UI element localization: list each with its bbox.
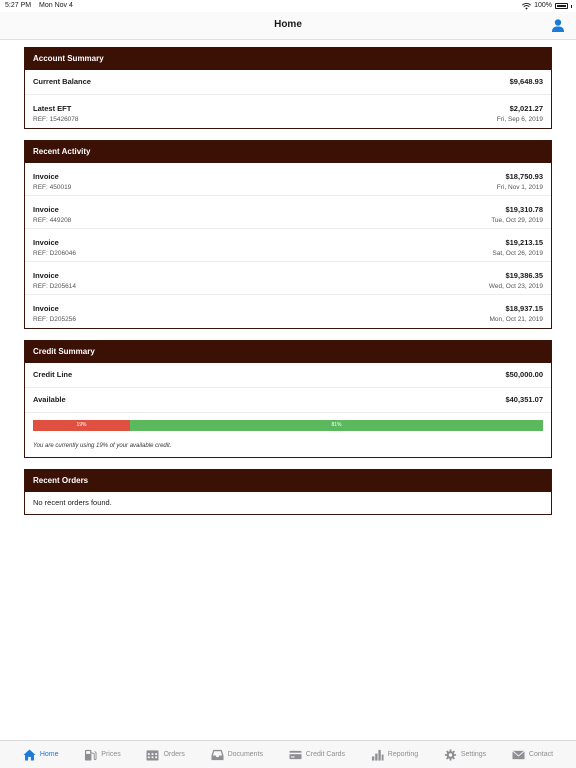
wifi-icon bbox=[522, 2, 532, 10]
latest-eft-date: Fri, Sep 6, 2019 bbox=[496, 116, 543, 123]
activity-ref: REF: D205256 bbox=[33, 316, 76, 323]
tab-label: Home bbox=[39, 751, 59, 758]
profile-icon[interactable] bbox=[552, 19, 564, 32]
tab-label: Reporting bbox=[387, 751, 419, 758]
activity-date: Mon, Oct 21, 2019 bbox=[489, 316, 543, 323]
recent-activity-card: Recent Activity Invoice $18,750.93 REF: … bbox=[24, 140, 552, 329]
status-bar-right: 100% bbox=[522, 0, 572, 12]
credit-summary-card: Credit Summary Credit Line $50,000.00 Av… bbox=[24, 340, 552, 458]
activity-amount: $18,937.15 bbox=[505, 304, 543, 313]
current-balance-row[interactable]: Current Balance $9,648.93 bbox=[25, 70, 551, 95]
activity-row[interactable]: Invoice $18,937.15 REF: D205256 Mon, Oct… bbox=[25, 295, 551, 328]
available-credit-label: Available bbox=[33, 395, 66, 404]
tab-home[interactable]: Home bbox=[23, 748, 59, 761]
status-bar: 5:27 PM Mon Nov 4 100% bbox=[0, 0, 576, 12]
latest-eft-ref: REF: 15426078 bbox=[33, 116, 79, 123]
credit-line-label: Credit Line bbox=[33, 370, 73, 379]
credit-line-value: $50,000.00 bbox=[505, 370, 543, 379]
status-bar-left: 5:27 PM Mon Nov 4 bbox=[5, 0, 79, 12]
gear-icon bbox=[444, 748, 456, 761]
activity-label: Invoice bbox=[33, 205, 59, 214]
activity-row[interactable]: Invoice $18,750.93 REF: 450019 Fri, Nov … bbox=[25, 163, 551, 196]
account-summary-header: Account Summary bbox=[25, 48, 551, 70]
credit-line-row[interactable]: Credit Line $50,000.00 bbox=[25, 363, 551, 388]
recent-orders-card: Recent Orders No recent orders found. bbox=[24, 469, 552, 515]
tab-contact[interactable]: Contact bbox=[512, 749, 553, 761]
activity-date: Wed, Oct 23, 2019 bbox=[488, 283, 543, 290]
activity-date: Tue, Oct 29, 2019 bbox=[491, 217, 543, 224]
tab-settings[interactable]: Settings bbox=[444, 748, 487, 761]
no-orders-message: No recent orders found. bbox=[33, 498, 112, 507]
tab-label: Documents bbox=[227, 751, 264, 758]
activity-date: Sat, Oct 26, 2019 bbox=[492, 250, 543, 257]
battery-percent: 100% bbox=[534, 2, 552, 9]
tab-credit-cards[interactable]: Credit Cards bbox=[289, 749, 345, 761]
tab-orders[interactable]: Orders bbox=[146, 749, 185, 761]
tab-label: Credit Cards bbox=[305, 751, 346, 758]
credit-used-segment: 19% bbox=[33, 420, 130, 431]
activity-date: Fri, Nov 1, 2019 bbox=[496, 184, 543, 191]
available-credit-row[interactable]: Available $40,351.07 bbox=[25, 388, 551, 413]
activity-amount: $19,213.15 bbox=[505, 238, 543, 247]
status-date: Mon Nov 4 bbox=[39, 2, 73, 9]
tab-label: Settings bbox=[460, 751, 487, 758]
tab-prices[interactable]: Prices bbox=[84, 749, 121, 761]
credit-usage-bar: 19% 81% bbox=[33, 420, 543, 431]
activity-ref: REF: D206046 bbox=[33, 250, 76, 257]
tab-label: Prices bbox=[101, 751, 121, 758]
tab-bar: Home Prices Orders Documents Credit Card… bbox=[0, 740, 576, 768]
activity-label: Invoice bbox=[33, 304, 59, 313]
status-time: 5:27 PM bbox=[5, 2, 32, 9]
activity-row[interactable]: Invoice $19,386.35 REF: D205614 Wed, Oct… bbox=[25, 262, 551, 295]
activity-row[interactable]: Invoice $19,310.78 REF: 449208 Tue, Oct … bbox=[25, 196, 551, 229]
activity-row[interactable]: Invoice $19,213.15 REF: D206046 Sat, Oct… bbox=[25, 229, 551, 262]
tab-documents[interactable]: Documents bbox=[211, 749, 263, 761]
tab-reporting[interactable]: Reporting bbox=[371, 749, 418, 761]
credit-summary-header: Credit Summary bbox=[25, 341, 551, 363]
latest-eft-row[interactable]: Latest EFT $2,021.27 REF: 15426078 Fri, … bbox=[25, 95, 551, 128]
credit-card-icon bbox=[289, 750, 302, 759]
activity-label: Invoice bbox=[33, 271, 59, 280]
current-balance-label: Current Balance bbox=[33, 77, 91, 86]
activity-amount: $19,386.35 bbox=[505, 271, 543, 280]
activity-ref: REF: 449208 bbox=[33, 217, 72, 224]
navigation-bar: Home bbox=[0, 12, 576, 40]
tab-label: Orders bbox=[163, 751, 185, 758]
account-summary-card: Account Summary Current Balance $9,648.9… bbox=[24, 47, 552, 129]
recent-orders-header: Recent Orders bbox=[25, 470, 551, 492]
bar-chart-icon bbox=[371, 749, 384, 761]
activity-label: Invoice bbox=[33, 238, 59, 247]
activity-ref: REF: D205614 bbox=[33, 283, 76, 290]
activity-amount: $18,750.93 bbox=[505, 172, 543, 181]
inbox-icon bbox=[211, 749, 224, 760]
calendar-icon bbox=[146, 749, 159, 761]
tab-label: Contact bbox=[528, 751, 554, 758]
latest-eft-label: Latest EFT bbox=[33, 104, 72, 113]
page-title: Home bbox=[274, 19, 302, 30]
activity-ref: REF: 450019 bbox=[33, 184, 72, 191]
current-balance-value: $9,648.93 bbox=[509, 77, 543, 86]
activity-amount: $19,310.78 bbox=[505, 205, 543, 214]
credit-usage-note: You are currently using 19% of your avai… bbox=[33, 443, 172, 449]
credit-available-segment: 81% bbox=[129, 420, 543, 431]
home-icon bbox=[23, 748, 36, 761]
fuel-pump-icon bbox=[85, 749, 97, 761]
latest-eft-value: $2,021.27 bbox=[509, 104, 543, 113]
battery-tip bbox=[571, 4, 572, 8]
battery-icon bbox=[555, 3, 568, 9]
envelope-icon bbox=[512, 749, 525, 759]
activity-label: Invoice bbox=[33, 172, 59, 181]
available-credit-value: $40,351.07 bbox=[505, 395, 543, 404]
recent-activity-header: Recent Activity bbox=[25, 141, 551, 163]
